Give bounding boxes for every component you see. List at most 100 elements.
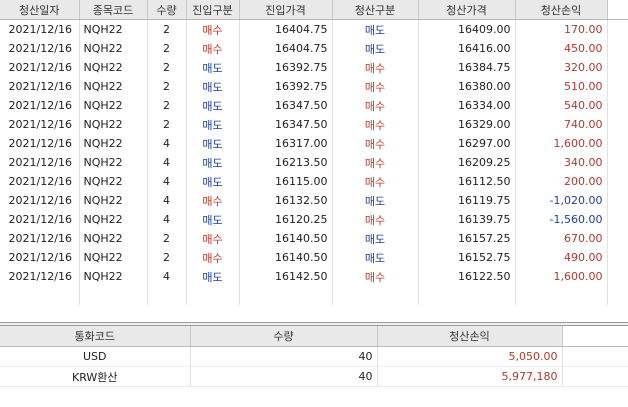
col-header-exit-side[interactable]: 청산구분 <box>332 0 419 20</box>
cell-pnl: 200.00 <box>515 172 608 191</box>
summary-row[interactable]: KRW환산 40 5,977,180 <box>0 366 628 387</box>
cell-pnl: 1,600.00 <box>515 134 608 153</box>
cell-exit-date: 2021/12/16 <box>0 229 80 248</box>
cell-entry-price: 16392.75 <box>239 77 333 96</box>
cell-symbol: NQH22 <box>79 58 148 77</box>
col-header-entry-side[interactable]: 진입구분 <box>186 0 240 20</box>
cell-pnl: 450.00 <box>515 39 608 58</box>
cell-symbol: NQH22 <box>79 19 148 39</box>
summary-table-header: 통화코드 수량 청산손익 <box>0 326 628 347</box>
table-row[interactable]: 2021/12/16 NQH22 2 매수 16404.75 매도 16409.00 170.… <box>0 19 628 39</box>
table-row[interactable]: 2021/12/16 NQH22 2 매도 16347.50 매수 16329.00 740.… <box>0 115 628 134</box>
cell-entry-price: 16115.00 <box>239 172 333 191</box>
cell-entry-side: 매수 <box>186 19 240 39</box>
cell-entry-side: 매도 <box>186 267 240 286</box>
row-filler <box>607 229 628 248</box>
table-row[interactable]: 2021/12/16 NQH22 4 매도 16213.50 매수 16209.25 340.… <box>0 153 628 172</box>
cell-pnl: 320.00 <box>515 58 608 77</box>
cell-entry-price: 16347.50 <box>239 96 333 115</box>
col-header-quantity[interactable]: 수량 <box>147 0 187 20</box>
cell-exit-side: 매수 <box>332 134 419 153</box>
table-row[interactable]: 2021/12/16 NQH22 2 매도 16392.75 매수 16384.75 320.… <box>0 58 628 77</box>
row-filler <box>607 115 628 134</box>
cell-exit-side: 매도 <box>332 19 419 39</box>
cell-entry-price: 16132.50 <box>239 191 333 210</box>
cell-pnl: 490.00 <box>515 248 608 267</box>
header-filler <box>607 0 628 20</box>
cell-entry-price: 16140.50 <box>239 248 333 267</box>
cell-entry-price: 16404.75 <box>239 19 333 39</box>
cell-exit-price: 16416.00 <box>418 39 516 58</box>
table-row[interactable]: 2021/12/16 NQH22 2 매수 16140.50 매도 16152.75 490.… <box>0 248 628 267</box>
cell-exit-side: 매수 <box>332 115 419 134</box>
cell-currency: KRW환산 <box>0 366 191 387</box>
cell-quantity: 4 <box>147 210 187 229</box>
col-header-summary-pnl[interactable]: 청산손익 <box>377 326 563 347</box>
trade-table-header: 청산일자 종목코드 수량 진입구분 진입가격 청산구분 청산가격 청산손익 <box>0 0 628 20</box>
cell-exit-price: 16384.75 <box>418 58 516 77</box>
summary-row[interactable]: USD 40 5,050.00 <box>0 346 628 367</box>
cell-summary-quantity: 40 <box>190 366 378 387</box>
cell-quantity: 2 <box>147 19 187 39</box>
trade-table: 청산일자 종목코드 수량 진입구분 진입가격 청산구분 청산가격 청산손익 20… <box>0 0 628 305</box>
cell-summary-pnl: 5,050.00 <box>377 346 563 367</box>
row-filler <box>607 134 628 153</box>
col-header-currency[interactable]: 통화코드 <box>0 326 191 347</box>
empty-row <box>0 286 628 305</box>
cell-symbol: NQH22 <box>79 172 148 191</box>
cell-entry-price: 16392.75 <box>239 58 333 77</box>
cell-symbol: NQH22 <box>79 77 148 96</box>
table-row[interactable]: 2021/12/16 NQH22 4 매도 16317.00 매수 16297.00 1,60… <box>0 134 628 153</box>
table-row[interactable]: 2021/12/16 NQH22 2 매수 16404.75 매도 16416.00 450.… <box>0 39 628 58</box>
cell-quantity: 2 <box>147 115 187 134</box>
table-row[interactable]: 2021/12/16 NQH22 2 매수 16140.50 매도 16157.25 670.… <box>0 229 628 248</box>
cell-symbol: NQH22 <box>79 96 148 115</box>
cell-exit-side: 매수 <box>332 210 419 229</box>
row-filler <box>607 267 628 286</box>
table-row[interactable]: 2021/12/16 NQH22 2 매도 16392.75 매수 16380.00 510.… <box>0 77 628 96</box>
cell-quantity: 4 <box>147 153 187 172</box>
row-filler <box>607 39 628 58</box>
cell-exit-side: 매수 <box>332 172 419 191</box>
cell-entry-side: 매도 <box>186 58 240 77</box>
table-row[interactable]: 2021/12/16 NQH22 4 매수 16132.50 매도 16119.75 -1,0… <box>0 191 628 210</box>
cell-quantity: 2 <box>147 248 187 267</box>
trade-table-body: 2021/12/16 NQH22 2 매수 16404.75 매도 16409.00 170.… <box>0 19 628 305</box>
cell-symbol: NQH22 <box>79 134 148 153</box>
cell-exit-price: 16380.00 <box>418 77 516 96</box>
cell-exit-price: 16119.75 <box>418 191 516 210</box>
cell-exit-price: 16139.75 <box>418 210 516 229</box>
cell-entry-side: 매도 <box>186 153 240 172</box>
cell-exit-date: 2021/12/16 <box>0 77 80 96</box>
cell-quantity: 4 <box>147 134 187 153</box>
cell-entry-side: 매도 <box>186 96 240 115</box>
cell-exit-date: 2021/12/16 <box>0 248 80 267</box>
cell-exit-date: 2021/12/16 <box>0 191 80 210</box>
cell-quantity: 2 <box>147 77 187 96</box>
summary-header-filler <box>562 326 628 347</box>
col-header-entry-price[interactable]: 진입가격 <box>239 0 333 20</box>
col-header-symbol[interactable]: 종목코드 <box>79 0 148 20</box>
table-row[interactable]: 2021/12/16 NQH22 4 매도 16142.50 매수 16122.50 1,60… <box>0 267 628 286</box>
summary-grid: 통화코드 수량 청산손익 USD 40 5,050.00 KRW환산 40 5,977,1… <box>0 325 628 407</box>
cell-entry-side: 매도 <box>186 210 240 229</box>
cell-exit-date: 2021/12/16 <box>0 172 80 191</box>
cell-quantity: 2 <box>147 39 187 58</box>
col-header-pnl[interactable]: 청산손익 <box>515 0 608 20</box>
cell-exit-date: 2021/12/16 <box>0 58 80 77</box>
summary-filler <box>562 346 628 367</box>
cell-quantity: 2 <box>147 96 187 115</box>
table-row[interactable]: 2021/12/16 NQH22 4 매도 16115.00 매수 16112.50 200.… <box>0 172 628 191</box>
col-header-exit-date[interactable]: 청산일자 <box>0 0 80 20</box>
cell-exit-date: 2021/12/16 <box>0 115 80 134</box>
col-header-summary-quantity[interactable]: 수량 <box>190 326 378 347</box>
col-header-exit-price[interactable]: 청산가격 <box>418 0 516 20</box>
cell-pnl: -1,560.00 <box>515 210 608 229</box>
table-row[interactable]: 2021/12/16 NQH22 4 매도 16120.25 매수 16139.75 -1,5… <box>0 210 628 229</box>
table-row[interactable]: 2021/12/16 NQH22 2 매도 16347.50 매수 16334.00 540.… <box>0 96 628 115</box>
cell-entry-side: 매도 <box>186 134 240 153</box>
cell-exit-date: 2021/12/16 <box>0 134 80 153</box>
row-filler <box>607 58 628 77</box>
cell-entry-price: 16317.00 <box>239 134 333 153</box>
cell-exit-price: 16334.00 <box>418 96 516 115</box>
